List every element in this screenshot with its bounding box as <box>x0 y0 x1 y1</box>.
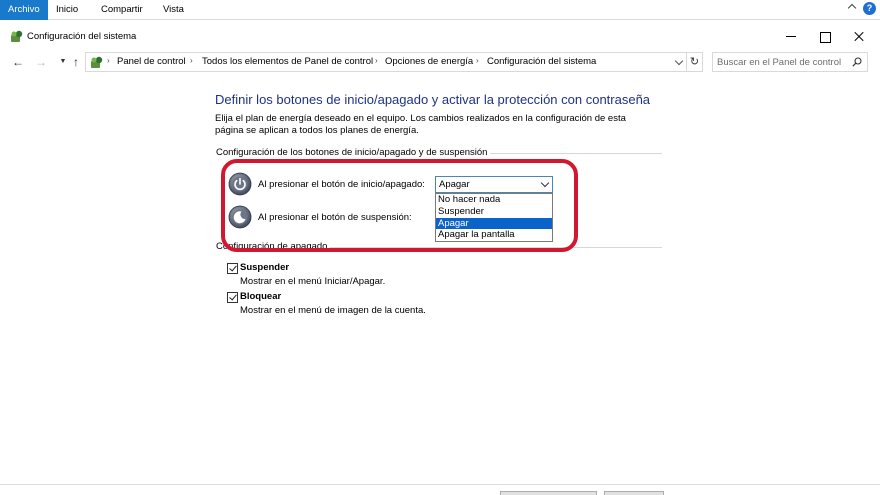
address-bar[interactable]: › Panel de control › Todos los elementos… <box>85 52 703 72</box>
section-power-buttons-label: Configuración de los botones de inicio/a… <box>216 147 491 158</box>
lock-checkbox[interactable] <box>227 292 238 303</box>
suspend-checkbox-description: Mostrar en el menú Iniciar/Apagar. <box>240 276 386 287</box>
footer-divider <box>0 484 880 485</box>
save-changes-button[interactable] <box>500 491 597 495</box>
search-input[interactable] <box>717 56 847 69</box>
breadcrumb-panel-de-control[interactable]: Panel de control <box>117 56 186 67</box>
cancel-button[interactable] <box>604 491 664 495</box>
refresh-icon[interactable]: ↻ <box>686 53 702 71</box>
ribbon-expand-icon[interactable] <box>847 4 857 14</box>
control-panel-icon <box>11 30 23 42</box>
search-icon[interactable] <box>852 57 862 67</box>
search-box[interactable] <box>712 52 868 72</box>
address-history-dropdown[interactable] <box>674 55 684 69</box>
breadcrumb-separator-icon[interactable]: › <box>107 56 110 65</box>
minimize-button[interactable] <box>773 24 807 49</box>
breadcrumb-separator-icon[interactable]: › <box>476 56 479 65</box>
page-description: Elija el plan de energía deseado en el e… <box>215 113 626 136</box>
tab-vista[interactable]: Vista <box>163 0 184 20</box>
suspend-checkbox-label: Suspender <box>240 262 290 273</box>
lock-checkbox-label: Bloquear <box>240 291 282 302</box>
ribbon-controls: ? <box>847 2 876 15</box>
ribbon: Archivo Inicio Compartir Vista ? <box>0 0 880 20</box>
tab-inicio[interactable]: Inicio <box>56 0 78 20</box>
forward-arrow-icon[interactable]: → <box>34 55 48 69</box>
lock-checkbox-description: Mostrar en el menú de imagen de la cuent… <box>240 305 426 316</box>
control-panel-icon <box>91 56 103 68</box>
up-arrow-icon[interactable]: ↑ <box>69 55 83 69</box>
help-icon[interactable]: ? <box>863 2 876 15</box>
page-title: Definir los botones de inicio/apagado y … <box>215 92 651 107</box>
window-title: Configuración del sistema <box>27 31 137 42</box>
breadcrumb-separator-icon[interactable]: › <box>190 56 193 65</box>
recent-locations-icon[interactable]: ▼ <box>56 55 70 69</box>
highlight-annotation <box>221 159 578 252</box>
breadcrumb-opciones-de-energia[interactable]: Opciones de energía <box>385 56 473 67</box>
close-button[interactable] <box>842 24 876 49</box>
tab-compartir[interactable]: Compartir <box>101 0 143 20</box>
back-arrow-icon[interactable]: ← <box>11 55 25 69</box>
breadcrumb-configuracion-del-sistema[interactable]: Configuración del sistema <box>487 56 596 67</box>
suspend-checkbox[interactable] <box>227 263 238 274</box>
breadcrumb-separator-icon[interactable]: › <box>375 56 378 65</box>
breadcrumb-todos-los-elementos[interactable]: Todos los elementos de Panel de control <box>202 56 373 67</box>
maximize-button[interactable] <box>807 24 841 49</box>
tab-archivo[interactable]: Archivo <box>0 0 48 20</box>
